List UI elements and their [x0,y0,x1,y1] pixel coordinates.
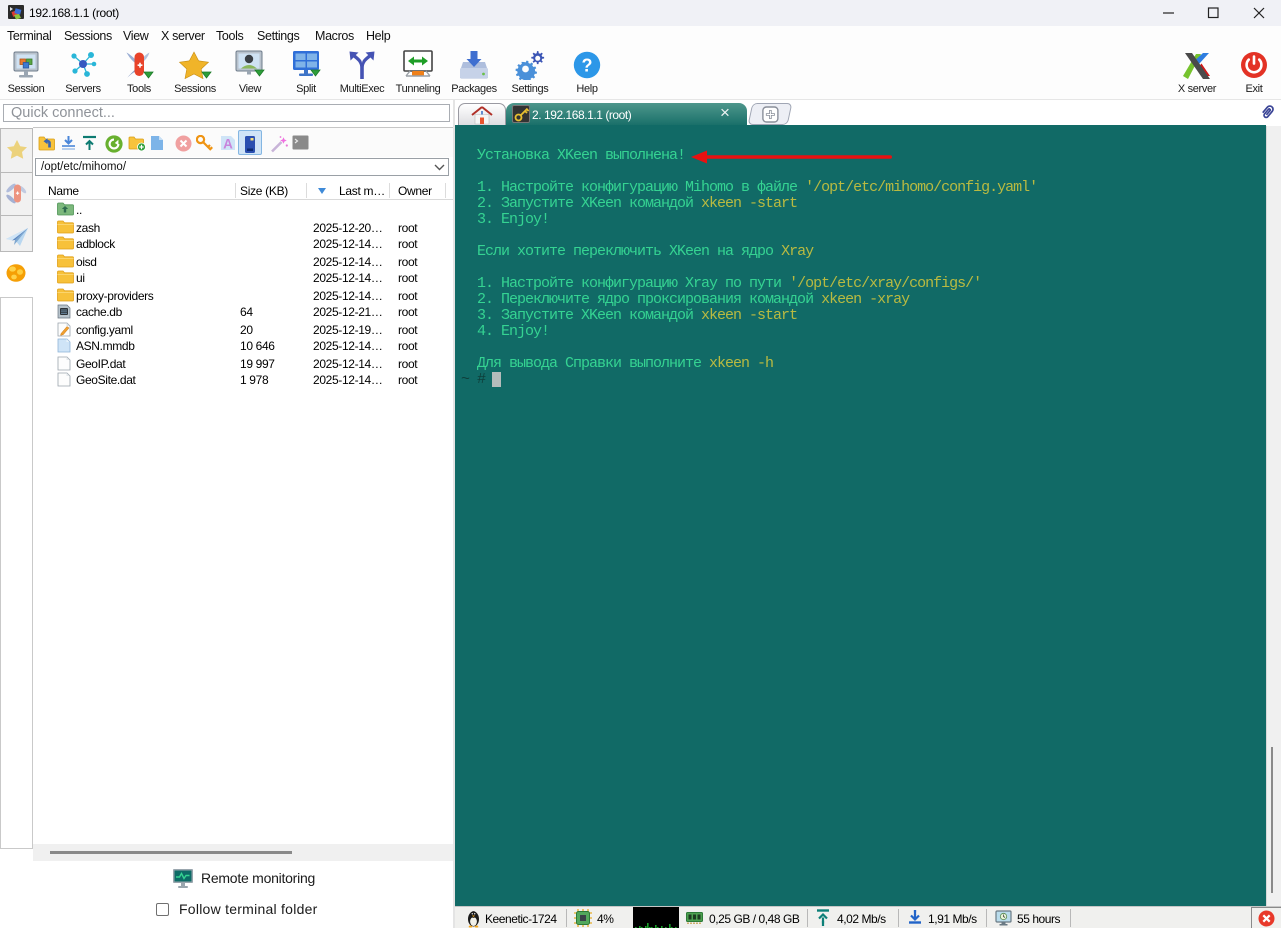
svg-text:A: A [223,137,233,152]
svg-text:?: ? [582,56,593,76]
